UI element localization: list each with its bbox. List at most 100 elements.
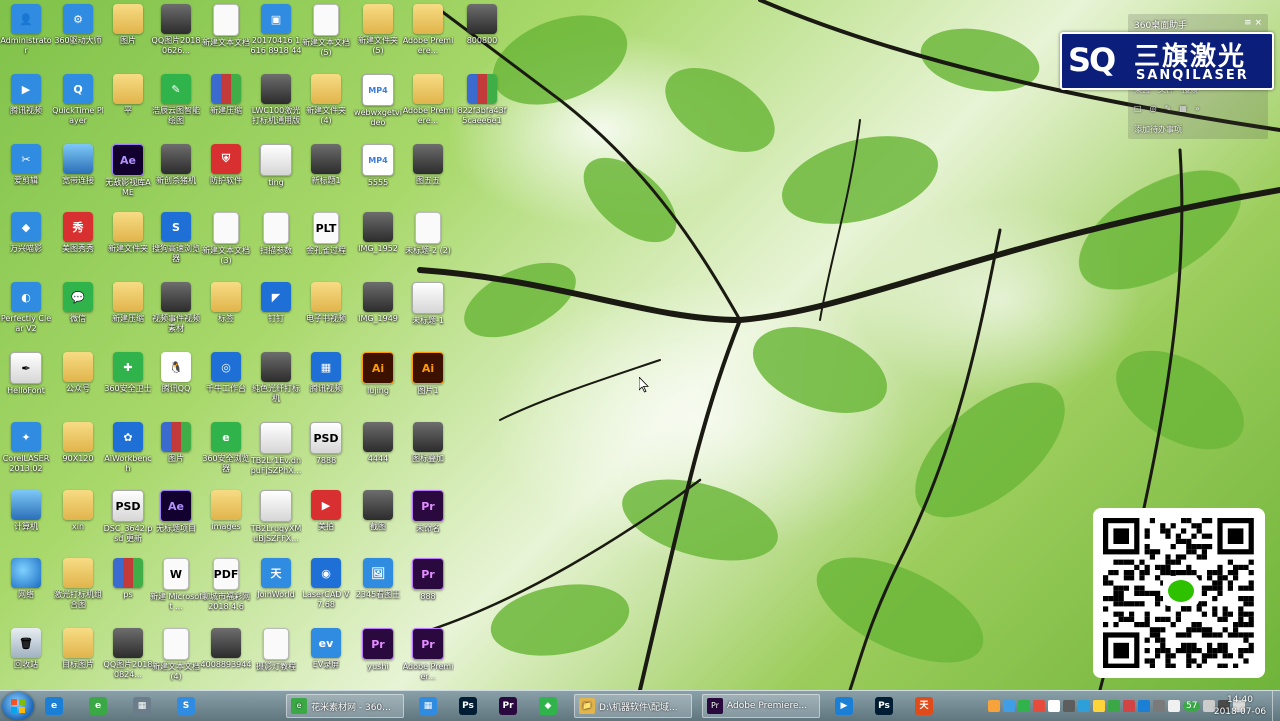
desktop-icon[interactable]: 新建文本文档 (3) — [200, 210, 252, 276]
desktop-icon[interactable]: ▶ 腾讯视频 — [0, 72, 52, 138]
desktop-icon[interactable]: 90X120 — [52, 420, 104, 486]
tray-app-icon[interactable] — [1018, 700, 1030, 712]
desktop-icon[interactable]: 4444 — [352, 420, 404, 486]
desktop-icon[interactable]: TB2LruqyXMuBjSZFFX... — [250, 488, 302, 554]
tray-app-icon[interactable] — [1153, 700, 1165, 712]
desktop-icon[interactable]: 未标题-1 — [402, 280, 454, 346]
desktop-icon[interactable]: Ai lujing — [352, 350, 404, 416]
desktop-icon[interactable]: ⛨ 防护软件 — [200, 142, 252, 208]
desktop-icon[interactable]: IMG_1949 — [352, 280, 404, 346]
desktop-icon[interactable]: 🐧 腾讯QQ — [150, 350, 202, 416]
widget-more-icon[interactable]: » — [1195, 104, 1200, 113]
desktop-icon[interactable]: 激光打标机组合图 — [52, 556, 104, 622]
tray-app-icon[interactable] — [1108, 700, 1120, 712]
desktop-icon[interactable]: PLT 金孔雀过程 — [300, 210, 352, 276]
tray-app-icon[interactable] — [1168, 700, 1180, 712]
desktop-icon[interactable]: Pr yushi — [352, 626, 404, 692]
desktop-icon[interactable]: MP4 5555 — [352, 142, 404, 208]
desktop-icon[interactable]: 纯色光纤打标机 — [250, 350, 302, 416]
desktop-icon[interactable]: 目标图片 — [52, 626, 104, 692]
desktop-icon[interactable]: 🗑 回收站 — [0, 626, 52, 692]
desktop-icon[interactable]: ◉ LaserCAD V7.68 — [300, 556, 352, 622]
desktop-icon[interactable]: ✿ AiWorkbench — [102, 420, 154, 486]
start-button[interactable] — [2, 692, 34, 720]
taskbar-window-button[interactable]: ▦ — [414, 694, 442, 718]
desktop-icon[interactable]: 网络 — [0, 556, 52, 622]
taskbar-window-button[interactable]: 天 — [910, 694, 938, 718]
desktop-icon[interactable]: ▣ 20170416 1616 8918 4494D — [250, 2, 302, 68]
tray-app-icon[interactable] — [988, 700, 1000, 712]
tray-app-icon[interactable] — [1123, 700, 1135, 712]
widget-add-todo-label[interactable]: 添加待办事项 — [1134, 124, 1182, 135]
desktop-icon[interactable]: Ai 图片1 — [402, 350, 454, 416]
desktop-icon[interactable]: W 新建 Microsoft ... — [150, 556, 202, 622]
desktop-icon[interactable]: ▦ 腾讯视频 — [300, 350, 352, 416]
desktop-icon[interactable]: 新创杀猪机 — [150, 142, 202, 208]
desktop-icon[interactable]: 新建文件夹 (4) — [300, 72, 352, 138]
desktop-icon[interactable]: 图片 — [102, 2, 154, 68]
desktop-icon[interactable]: QQ图片20180626... — [150, 2, 202, 68]
desktop-icon[interactable]: QQ图片20180824... — [102, 626, 154, 692]
taskbar-pinned-360-browser[interactable]: e — [84, 694, 112, 718]
desktop-icon[interactable]: TB2Lr1Ev.dnpuFjSZPhX... — [250, 420, 302, 486]
desktop-icon[interactable]: ◆ 万兴喵影 — [0, 210, 52, 276]
desktop-icon[interactable]: Ae 无标题项目 — [150, 488, 202, 554]
desktop-icon[interactable]: Adobe Premiere... — [402, 2, 454, 68]
taskbar-pinned-calculator[interactable]: ▦ — [128, 694, 156, 718]
desktop-icon[interactable]: 截图 — [352, 488, 404, 554]
desktop-icon[interactable]: S 搜狗高速浏览器 — [150, 210, 202, 276]
desktop-icon[interactable]: 新建文本文档 (4) — [150, 626, 202, 692]
widget-eye-icon[interactable]: ◎ — [1150, 104, 1157, 113]
tray-app-icon[interactable] — [1048, 700, 1060, 712]
desktop-icon[interactable]: 👤 Administrator — [0, 2, 52, 68]
desktop-icon[interactable]: 标签 — [200, 280, 252, 346]
desktop-icon[interactable]: PDF 聊城市福彩网 2018.4.6 — [200, 556, 252, 622]
tray-app-icon[interactable] — [1093, 700, 1105, 712]
desktop-icon[interactable]: Adobe Premiere... — [402, 72, 454, 138]
desktop-icon[interactable]: 视频事件视频素材 — [150, 280, 202, 346]
desktop-icon[interactable]: 新建文件夹 (5) — [352, 2, 404, 68]
tray-app-icon[interactable] — [1078, 700, 1090, 712]
taskbar-window-button[interactable]: 📁 D:\机器软件\配域... — [574, 694, 692, 718]
desktop-icon[interactable]: 800800 — [456, 2, 508, 68]
tray-app-icon[interactable] — [1033, 700, 1045, 712]
desktop-icon[interactable]: 822f3bfa43f5caee6e13... — [456, 72, 508, 138]
widget-window-icon[interactable]: □ — [1134, 104, 1142, 113]
desktop-icon[interactable]: images — [200, 488, 252, 554]
taskbar-pinned-ie[interactable]: e — [40, 694, 68, 718]
desktop-icon[interactable]: ev EV录屏 — [300, 626, 352, 692]
desktop-icon[interactable]: ◎ 千牛工作台 — [200, 350, 252, 416]
desktop-icon[interactable]: 宽带连接 — [52, 142, 104, 208]
widget-edit-icon[interactable]: ✎ — [1165, 104, 1172, 113]
desktop-icon[interactable]: 秀美图秀秀 — [52, 210, 104, 276]
desktop-icon[interactable]: 图标叠加 — [402, 420, 454, 486]
desktop-icon[interactable]: 🖼 2345看图王 — [352, 556, 404, 622]
tray-app-icon[interactable] — [1138, 700, 1150, 712]
taskbar-window-button[interactable]: Ps — [870, 694, 898, 718]
desktop-icon[interactable]: Pr Adobe Premier... — [402, 626, 454, 692]
tray-app-icon[interactable] — [1063, 700, 1075, 712]
system-clock[interactable]: 14:40 2018-07-06 — [1212, 694, 1268, 718]
desktop-icon[interactable]: Pr 888 — [402, 556, 454, 622]
desktop-icon[interactable]: 图五五 — [402, 142, 454, 208]
taskbar-window-button[interactable]: Pr — [494, 694, 522, 718]
desktop-icon[interactable]: IMG_1952 — [352, 210, 404, 276]
desktop-icon[interactable]: 摄影灯教程 — [250, 626, 302, 692]
show-desktop-button[interactable] — [1272, 691, 1280, 721]
taskbar-window-button[interactable]: e 花米素材网 - 360... — [286, 694, 404, 718]
desktop-icon[interactable]: 平 — [102, 72, 154, 138]
desktop-icon[interactable]: ✦ CorelLASER 2013.02 — [0, 420, 52, 486]
desktop-icon[interactable]: Q QuickTime Player — [52, 72, 104, 138]
taskbar-window-button[interactable]: Pr Adobe Premiere... — [702, 694, 820, 718]
desktop-icon[interactable]: ◤ 钉钉 — [250, 280, 302, 346]
desktop-icon[interactable]: PSD 7888 — [300, 420, 352, 486]
desktop-icon[interactable]: 计算机 — [0, 488, 52, 554]
taskbar-window-button[interactable]: ◆ — [534, 694, 562, 718]
desktop-icon[interactable]: 新建文件夹 — [102, 210, 154, 276]
desktop-icon[interactable]: 电子书视频 — [300, 280, 352, 346]
tray-app-icon[interactable] — [1003, 700, 1015, 712]
desktop-icon[interactable]: ✎ 浩辰云图智能绘图 — [150, 72, 202, 138]
desktop-icon[interactable]: 4008893944 — [200, 626, 252, 692]
desktop-icon[interactable]: ps — [102, 556, 154, 622]
tray-badge[interactable]: 57 — [1183, 701, 1201, 711]
